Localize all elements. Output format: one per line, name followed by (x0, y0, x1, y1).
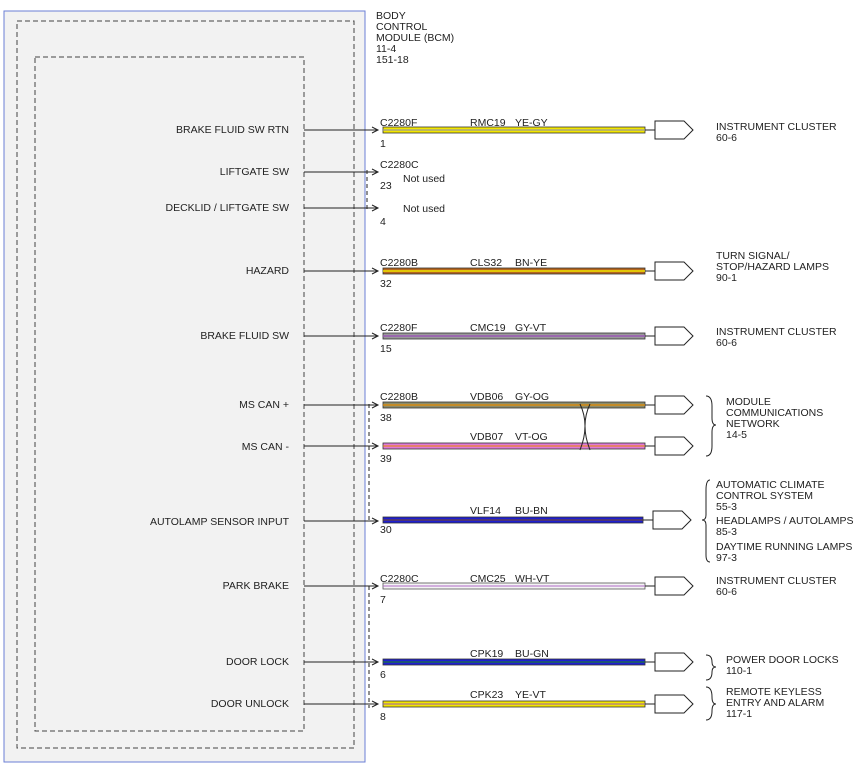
pin-label: BRAKE FLUID SW RTN (176, 124, 289, 136)
connector-arrow-icon (654, 436, 694, 456)
pin-label: HAZARD (246, 265, 290, 277)
destination-line: 85-3 (716, 526, 737, 538)
wire-color-code: BU-BN (515, 505, 548, 517)
pin-label: AUTOLAMP SENSOR INPUT (150, 516, 290, 528)
connector-id: C2280F (380, 322, 417, 334)
wiring-diagram: BODY CONTROL MODULE (BCM) 11-4 151-18 BR… (3, 10, 854, 763)
destination-line: 60-6 (716, 132, 737, 144)
not-used-note: Not used (403, 173, 445, 185)
wire-color-code: GY-OG (515, 391, 549, 403)
pin-number: 15 (380, 343, 392, 355)
destination-line: 55-3 (716, 501, 737, 513)
pin-number: 8 (380, 711, 386, 723)
connector-arrow-icon (654, 120, 694, 140)
pin-number: 6 (380, 669, 386, 681)
destination-line: 60-6 (716, 337, 737, 349)
pin-number: 38 (380, 412, 392, 424)
wire-color-code: BN-YE (515, 257, 547, 269)
pin-number: 23 (380, 180, 392, 192)
pin-number: 32 (380, 278, 392, 290)
module-title-line: 151-18 (376, 54, 409, 66)
connector-arrow-icon (654, 652, 694, 672)
group-brace-icon (705, 686, 717, 721)
connector-arrow-icon (654, 326, 694, 346)
door-unlock-destination: REMOTE KEYLESS ENTRY AND ALARM 117-1 (726, 686, 824, 720)
pin-label: DOOR UNLOCK (211, 698, 289, 710)
circuit-id: CLS32 (470, 257, 502, 269)
destination-line: 90-1 (716, 272, 737, 284)
circuit-id: CMC19 (470, 322, 506, 334)
connector-arrow-icon (652, 510, 692, 530)
wire-color-code: YE-VT (515, 689, 547, 701)
destination-line: 110-1 (726, 665, 752, 677)
door-lock-destination: POWER DOOR LOCKS 110-1 (726, 654, 839, 677)
connector-id: C2280B (380, 391, 418, 403)
pin-number: 4 (380, 216, 386, 228)
pin-number: 39 (380, 453, 392, 465)
pin-number: 30 (380, 524, 392, 536)
pin-label: BRAKE FLUID SW (200, 330, 289, 342)
destination-line: 60-6 (716, 586, 737, 598)
circuit-id: CPK23 (470, 689, 503, 701)
pin-label: PARK BRAKE (223, 580, 289, 592)
ms-can-destination: MODULE COMMUNICATIONS NETWORK 14-5 (726, 396, 823, 441)
wire-color-code: BU-GN (515, 648, 549, 660)
connector-id: C2280C (380, 159, 419, 171)
group-brace-icon (705, 654, 717, 681)
circuit-id: VLF14 (470, 505, 501, 517)
module-title: BODY CONTROL MODULE (BCM) 11-4 151-18 (376, 10, 454, 66)
pin-label: DOOR LOCK (226, 656, 289, 668)
autolamp-destinations: AUTOMATIC CLIMATE CONTROL SYSTEM 55-3 HE… (716, 479, 854, 564)
not-used-note: Not used (403, 203, 445, 215)
pin-number: 1 (380, 138, 386, 150)
connector-arrow-icon (654, 576, 694, 596)
pin-label: DECKLID / LIFTGATE SW (166, 202, 290, 214)
circuit-id: CPK19 (470, 648, 503, 660)
destination-line: 117-1 (726, 708, 752, 720)
pin-label: MS CAN - (242, 441, 290, 453)
circuit-id: VDB07 (470, 431, 503, 443)
connector-arrow-icon (654, 395, 694, 415)
pin-number: 7 (380, 594, 386, 606)
wire-color-code: VT-OG (515, 431, 548, 443)
destination-line: 97-3 (716, 552, 737, 564)
group-brace-icon (705, 395, 717, 457)
destination-line: 14-5 (726, 429, 747, 441)
pin-label: MS CAN + (239, 399, 289, 411)
circuit-id: VDB06 (470, 391, 503, 403)
group-brace-icon (701, 479, 711, 563)
connector-id: C2280B (380, 257, 418, 269)
pin-label: LIFTGATE SW (220, 166, 289, 178)
wire-color-code: GY-VT (515, 322, 547, 334)
connector-arrow-icon (654, 261, 694, 281)
connector-arrow-icon (654, 694, 694, 714)
